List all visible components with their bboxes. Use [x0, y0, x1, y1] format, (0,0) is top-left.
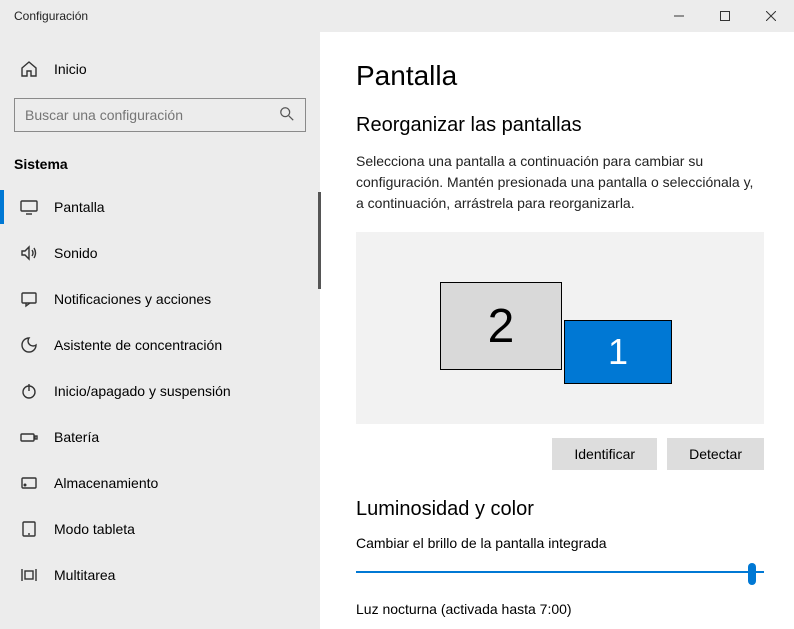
home-icon [20, 60, 38, 78]
search-box[interactable] [14, 98, 306, 132]
display-icon [20, 198, 38, 216]
power-sleep-icon [20, 382, 38, 400]
nav-item-energia[interactable]: Inicio/apagado y suspensión [0, 368, 320, 414]
display-1[interactable]: 1 [564, 320, 672, 384]
close-button[interactable] [748, 0, 794, 32]
display-2[interactable]: 2 [440, 282, 562, 370]
nav-label: Almacenamiento [54, 475, 158, 491]
nav-item-sonido[interactable]: Sonido [0, 230, 320, 276]
brightness-heading: Luminosidad y color [356, 498, 764, 521]
display-number: 1 [608, 331, 628, 373]
tablet-mode-icon [20, 520, 38, 538]
multitasking-icon [20, 566, 38, 584]
search-input[interactable] [25, 107, 279, 123]
window-title: Configuración [0, 9, 88, 23]
nav-label: Inicio/apagado y suspensión [54, 383, 231, 399]
notifications-icon [20, 290, 38, 308]
nav-item-asistente[interactable]: Asistente de concentración [0, 322, 320, 368]
sidebar: Inicio Sistema Pantalla Sonido [0, 32, 320, 629]
night-light-label: Luz nocturna (activada hasta 7:00) [356, 601, 764, 627]
nav-label: Sonido [54, 245, 98, 261]
rearrange-heading: Reorganizar las pantallas [356, 114, 764, 137]
nav-item-multitarea[interactable]: Multitarea [0, 552, 320, 598]
brightness-slider[interactable] [356, 561, 764, 585]
home-link[interactable]: Inicio [0, 50, 320, 88]
section-title: Sistema [0, 150, 320, 184]
nav-label: Notificaciones y acciones [54, 291, 211, 307]
brightness-slider-label: Cambiar el brillo de la pantalla integra… [356, 535, 764, 551]
main-panel: Pantalla Reorganizar las pantallas Selec… [320, 32, 794, 629]
window-controls [656, 0, 794, 32]
minimize-button[interactable] [656, 0, 702, 32]
slider-thumb[interactable] [748, 563, 756, 585]
nav-item-tableta[interactable]: Modo tableta [0, 506, 320, 552]
nav-item-pantalla[interactable]: Pantalla [0, 184, 320, 230]
search-icon [279, 106, 295, 125]
display-arrangement-area[interactable]: 2 1 [356, 232, 764, 424]
home-label: Inicio [54, 61, 87, 77]
display-buttons: Identificar Detectar [356, 438, 764, 470]
nav-label: Multitarea [54, 567, 115, 583]
detect-button[interactable]: Detectar [667, 438, 764, 470]
maximize-button[interactable] [702, 0, 748, 32]
nav-label: Asistente de concentración [54, 337, 222, 353]
nav-item-almacenamiento[interactable]: Almacenamiento [0, 460, 320, 506]
battery-icon [20, 428, 38, 446]
page-title: Pantalla [356, 60, 764, 92]
storage-icon [20, 474, 38, 492]
sound-icon [20, 244, 38, 262]
nav-item-bateria[interactable]: Batería [0, 414, 320, 460]
focus-assist-icon [20, 336, 38, 354]
nav-list: Pantalla Sonido Notificaciones y accione… [0, 184, 320, 598]
display-number: 2 [488, 299, 515, 354]
identify-button[interactable]: Identificar [552, 438, 657, 470]
slider-track [356, 571, 764, 573]
nav-label: Pantalla [54, 199, 105, 215]
titlebar: Configuración [0, 0, 794, 32]
rearrange-description: Selecciona una pantalla a continuación p… [356, 151, 764, 214]
nav-item-notificaciones[interactable]: Notificaciones y acciones [0, 276, 320, 322]
nav-label: Modo tableta [54, 521, 135, 537]
nav-label: Batería [54, 429, 99, 445]
